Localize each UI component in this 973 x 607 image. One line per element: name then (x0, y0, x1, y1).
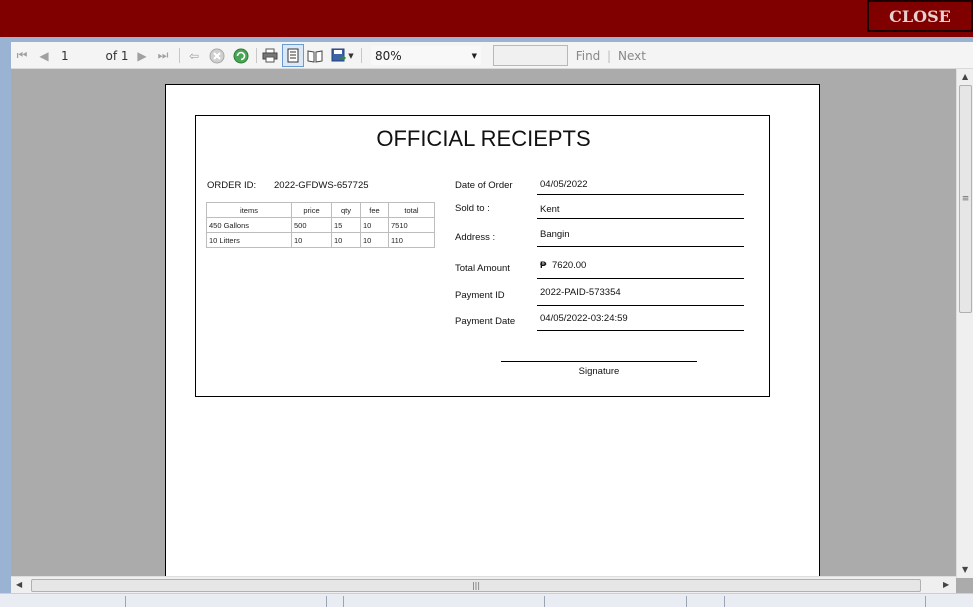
order-id-label: ORDER ID: (207, 180, 257, 191)
print-layout-icon[interactable] (282, 44, 304, 67)
toolbar-separator (179, 48, 180, 63)
address-label: Address : (455, 232, 496, 243)
signature-line (501, 361, 697, 362)
page-setup-icon[interactable] (306, 42, 324, 69)
status-divider (125, 596, 126, 607)
field-underline (537, 330, 744, 331)
status-divider (925, 596, 926, 607)
next-page-icon[interactable]: ▶ (134, 42, 150, 69)
peso-sign-icon: ₱ (540, 260, 547, 271)
receipt-title: OFFICIAL RECIEPTS (376, 126, 591, 151)
table-row: 10 Litters 10 10 10 110 (206, 232, 435, 248)
find-button[interactable]: Find (575, 42, 601, 69)
date-of-order-value: 04/05/2022 (540, 179, 588, 190)
report-page: OFFICIAL RECIEPTS ORDER ID: 2022-GFDWS-6… (165, 84, 820, 579)
table-cell: 500 (291, 217, 332, 233)
table-cell: 110 (388, 232, 435, 248)
scroll-left-icon[interactable]: ◀ (16, 580, 22, 589)
chevron-down-icon: ▼ (471, 51, 477, 60)
scroll-down-icon[interactable]: ▼ (962, 565, 968, 574)
column-header: fee (360, 202, 389, 218)
zoom-select[interactable]: 80% ▼ (371, 46, 481, 65)
first-page-icon[interactable]: ⏮ (14, 42, 30, 69)
status-divider (544, 596, 545, 607)
toolbar-separator (361, 48, 362, 63)
sold-to-label: Sold to : (455, 203, 490, 214)
taskbar-strip (0, 593, 973, 607)
find-divider: | (606, 48, 612, 63)
find-input[interactable] (493, 45, 568, 66)
stop-icon[interactable] (208, 42, 226, 69)
toolbar-separator (256, 48, 257, 63)
order-id-value: 2022-GFDWS-657725 (274, 180, 369, 191)
field-underline (537, 305, 744, 306)
status-divider (326, 596, 327, 607)
date-of-order-label: Date of Order (455, 180, 513, 191)
scroll-up-icon[interactable]: ▲ (962, 72, 968, 81)
payment-date-value: 04/05/2022-03:24:59 (540, 313, 628, 324)
table-cell: 10 Litters (206, 232, 292, 248)
column-header: price (291, 202, 332, 218)
horizontal-scrollbar[interactable]: ◀ ||| ▶ (11, 576, 956, 593)
table-cell: 10 (360, 217, 389, 233)
signature-label: Signature (578, 366, 620, 377)
vertical-scroll-thumb[interactable]: ≡ (959, 85, 972, 313)
last-page-icon[interactable]: ⏭ (155, 42, 171, 69)
status-divider (343, 596, 344, 607)
refresh-icon[interactable] (232, 42, 250, 69)
page-count-label: of 1 (105, 48, 129, 63)
app-header-bar: CLOSE (0, 0, 973, 37)
next-button[interactable]: Next (617, 42, 647, 69)
dropdown-caret-icon[interactable]: ▼ (347, 42, 355, 69)
table-cell: 7510 (388, 217, 435, 233)
page-number-input[interactable]: 1 (61, 42, 85, 69)
table-cell: 10 (291, 232, 332, 248)
address-value: Bangin (540, 229, 570, 240)
zoom-value: 80% (375, 48, 402, 63)
export-icon[interactable] (329, 42, 347, 69)
report-toolbar: ⏮ ◀ 1 of 1 ▶ ⏭ ⇦ ▼ 80% ▼ Find | Next (11, 42, 973, 69)
vertical-scrollbar[interactable]: ▲ ≡ ▼ (956, 69, 973, 578)
back-icon[interactable]: ⇦ (186, 42, 202, 69)
status-divider (724, 596, 725, 607)
prev-page-icon[interactable]: ◀ (36, 42, 52, 69)
field-underline (537, 218, 744, 219)
status-divider (686, 596, 687, 607)
payment-id-value: 2022-PAID-573354 (540, 287, 621, 298)
field-underline (537, 246, 744, 247)
receipt-frame: OFFICIAL RECIEPTS ORDER ID: 2022-GFDWS-6… (195, 115, 770, 397)
field-underline (537, 278, 744, 279)
table-cell: 10 (360, 232, 389, 248)
print-icon[interactable] (261, 42, 279, 69)
total-amount-label: Total Amount (455, 263, 510, 274)
table-cell: 10 (331, 232, 361, 248)
total-amount-value: 7620.00 (552, 260, 587, 271)
table-row: 450 Gallons 500 15 10 7510 (206, 217, 435, 233)
close-button[interactable]: CLOSE (867, 0, 973, 32)
column-header: qty (331, 202, 361, 218)
sold-to-value: Kent (540, 204, 560, 215)
column-header: items (206, 202, 292, 218)
table-header-row: items price qty fee total (206, 202, 435, 218)
payment-id-label: Payment ID (455, 290, 505, 301)
horizontal-scroll-thumb[interactable]: ||| (31, 579, 921, 592)
scroll-right-icon[interactable]: ▶ (943, 580, 949, 589)
table-cell: 15 (331, 217, 361, 233)
report-viewer: ⏮ ◀ 1 of 1 ▶ ⏭ ⇦ ▼ 80% ▼ Find | Next OFF… (11, 42, 973, 593)
column-header: total (388, 202, 435, 218)
field-underline (537, 194, 744, 195)
items-table: items price qty fee total 450 Gallons 50… (206, 202, 435, 248)
payment-date-label: Payment Date (455, 316, 516, 327)
table-cell: 450 Gallons (206, 217, 292, 233)
